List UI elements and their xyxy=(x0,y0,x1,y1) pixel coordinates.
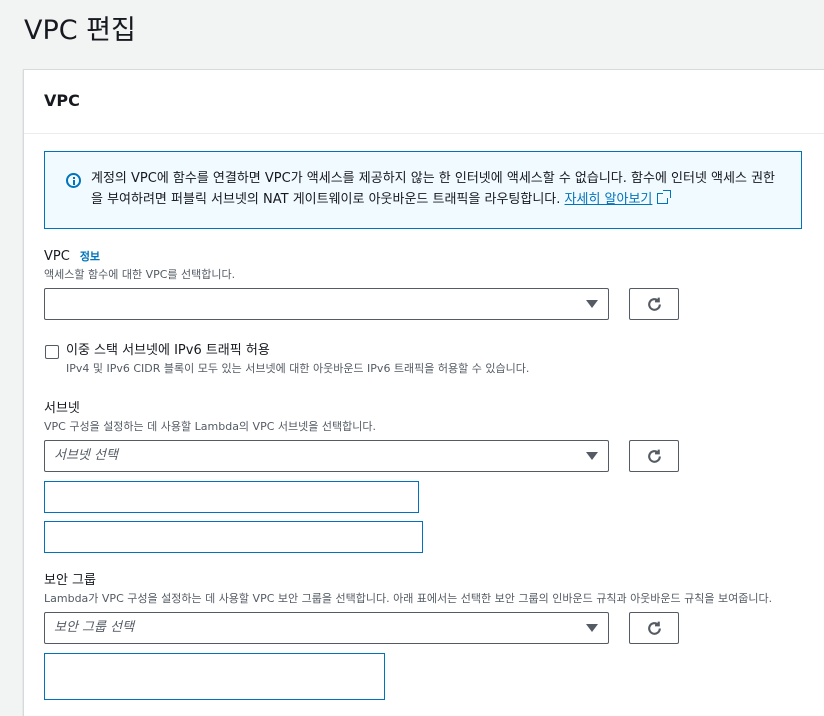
refresh-icon xyxy=(648,449,661,463)
learn-more-link[interactable]: 자세히 알아보기 xyxy=(565,190,672,207)
refresh-icon xyxy=(648,297,661,311)
vpc-refresh-button[interactable] xyxy=(629,288,679,320)
security-groups-refresh-button[interactable] xyxy=(629,612,679,644)
info-icon xyxy=(66,173,81,188)
subnet-token[interactable] xyxy=(44,481,419,513)
external-link-icon[interactable] xyxy=(657,190,672,204)
security-group-token[interactable] xyxy=(44,653,385,700)
subnets-description: VPC 구성을 설정하는 데 사용할 Lambda의 VPC 서브넷을 선택합니… xyxy=(44,420,376,433)
learn-more-label[interactable]: 자세히 알아보기 xyxy=(565,192,653,207)
ipv6-label[interactable]: 이중 스택 서브넷에 IPv6 트래픽 허용 xyxy=(66,342,270,360)
subnets-placeholder: 서브넷 선택 xyxy=(54,448,118,463)
security-groups-select[interactable]: 보안 그룹 선택 xyxy=(44,612,609,644)
info-alert: 계정의 VPC에 함수를 연결하면 VPC가 액세스를 제공하지 않는 한 인터… xyxy=(44,151,802,229)
subnets-label: 서브넷 xyxy=(44,401,80,416)
ipv6-checkbox[interactable] xyxy=(45,345,59,359)
vpc-field-label: VPC 정보 xyxy=(44,248,100,266)
alert-text: 계정의 VPC에 함수를 연결하면 VPC가 액세스를 제공하지 않는 한 인터… xyxy=(91,168,781,210)
subnets-select[interactable]: 서브넷 선택 xyxy=(44,440,609,472)
page-title: VPC 편집 xyxy=(24,15,136,46)
caret-down-icon xyxy=(586,300,598,308)
panel-header: VPC xyxy=(24,70,824,134)
vpc-description: 액세스할 함수에 대한 VPC를 선택합니다. xyxy=(44,268,236,281)
alert-message: 계정의 VPC에 함수를 연결하면 VPC가 액세스를 제공하지 않는 한 인터… xyxy=(91,171,775,207)
vpc-select[interactable] xyxy=(44,288,609,320)
security-groups-label: 보안 그룹 xyxy=(44,573,96,588)
refresh-icon xyxy=(648,621,661,635)
vpc-panel: VPC 계정의 VPC에 함수를 연결하면 VPC가 액세스를 제공하지 않는 … xyxy=(23,69,824,716)
vpc-label: VPC xyxy=(44,249,70,264)
security-groups-placeholder: 보안 그룹 선택 xyxy=(54,620,135,635)
caret-down-icon xyxy=(586,624,598,632)
panel-title: VPC xyxy=(44,91,80,110)
security-groups-description: Lambda가 VPC 구성을 설정하는 데 사용할 VPC 보안 그룹을 선택… xyxy=(44,592,773,605)
subnets-refresh-button[interactable] xyxy=(629,440,679,472)
subnet-token[interactable] xyxy=(44,521,423,553)
ipv6-description: IPv4 및 IPv6 CIDR 블록이 모두 있는 서브넷에 대한 아웃바운드… xyxy=(66,362,530,375)
caret-down-icon xyxy=(586,452,598,460)
vpc-info-link[interactable]: 정보 xyxy=(80,250,100,263)
